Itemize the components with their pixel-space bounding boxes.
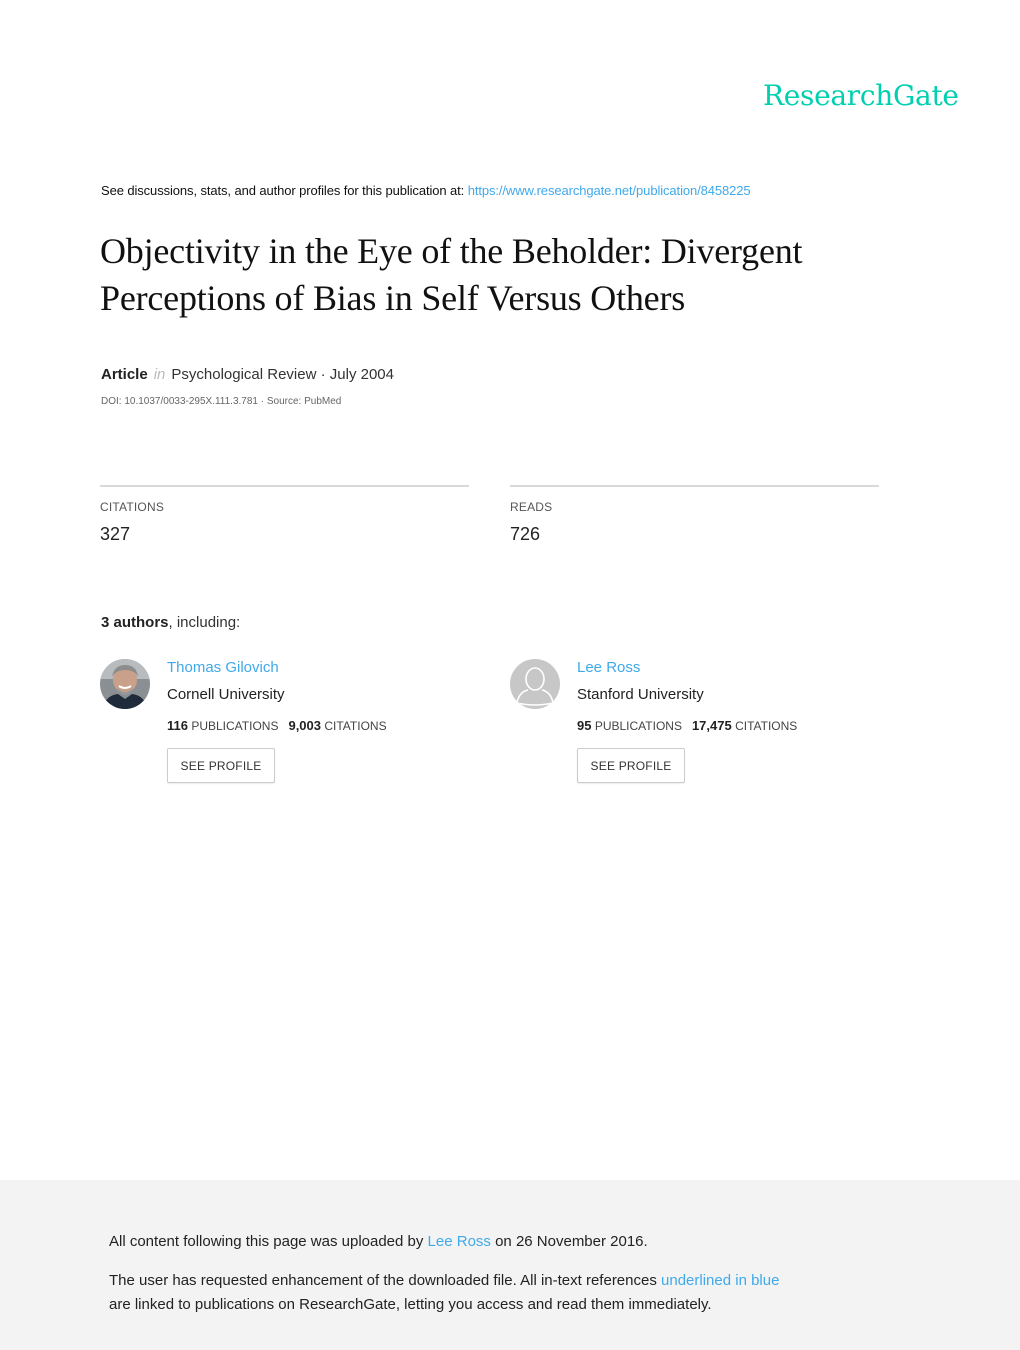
upload-notice-text: All content following this page was uplo… xyxy=(109,1233,424,1250)
citations-label: CITATIONS xyxy=(100,500,165,514)
see-discussions-line: See discussions, stats, and author profi… xyxy=(101,183,751,198)
publication-meta: Article in Psychological Review · July 200… xyxy=(101,366,394,383)
upload-date-text: on 26 November 2016. xyxy=(495,1233,648,1250)
doi-line: DOI: 10.1037/0033-295X.111.3.781 · Sourc… xyxy=(101,396,342,407)
journal-date: Psychological Review · July 2004 xyxy=(171,366,394,383)
citations-stat: CITATIONS 327 xyxy=(100,485,469,544)
citations-count: 17,475 xyxy=(691,718,732,733)
publications-count: 95 xyxy=(577,718,592,733)
reads-label: READS xyxy=(510,500,553,514)
author-name-link[interactable]: Thomas Gilovich xyxy=(167,659,279,676)
enhancement-notice-continued: are linked to publications on ResearchGa… xyxy=(109,1296,712,1313)
in-label: in xyxy=(153,366,166,383)
avatar-photo-icon[interactable] xyxy=(100,659,150,709)
publication-type: Article xyxy=(101,366,148,383)
upload-notice: All content following this page was uplo… xyxy=(109,1233,648,1250)
author-stats: 116 PUBLICATIONS 9,003 CITATIONS xyxy=(167,718,387,733)
publications-label: PUBLICATIONS xyxy=(191,719,279,733)
see-profile-button[interactable]: SEE PROFILE xyxy=(167,748,275,783)
publications-label: PUBLICATIONS xyxy=(594,719,682,733)
author-institution: Cornell University xyxy=(167,686,285,703)
see-profile-button[interactable]: SEE PROFILE xyxy=(577,748,685,783)
authors-count: 3 authors xyxy=(101,614,169,631)
enhancement-notice-text: The user has requested enhancement of th… xyxy=(109,1272,657,1289)
default-user-avatar-icon[interactable] xyxy=(510,659,560,709)
author-stats: 95 PUBLICATIONS 17,475 CITATIONS xyxy=(577,718,797,733)
publications-count: 116 xyxy=(167,718,188,733)
see-discussions-text: See discussions, stats, and author profi… xyxy=(101,183,465,198)
authors-suffix: , including: xyxy=(168,614,241,631)
author-card: Lee Ross Stanford University 95 PUBLICAT… xyxy=(510,658,870,788)
researchgate-logo[interactable]: ResearchGate xyxy=(763,79,959,112)
citations-label: CITATIONS xyxy=(735,719,798,733)
reads-stat: READS 726 xyxy=(510,485,879,544)
underlined-in-blue-link[interactable]: underlined in blue xyxy=(661,1272,779,1289)
citations-value: 327 xyxy=(100,524,131,544)
uploader-link[interactable]: Lee Ross xyxy=(428,1233,491,1250)
author-name-link[interactable]: Lee Ross xyxy=(577,659,640,676)
publication-title: Objectivity in the Eye of the Beholder: … xyxy=(100,231,803,318)
reads-value: 726 xyxy=(510,524,541,544)
authors-header: 3 authors, including: xyxy=(101,614,240,631)
citations-label: CITATIONS xyxy=(324,719,387,733)
enhancement-notice: The user has requested enhancement of th… xyxy=(109,1272,779,1289)
citations-count: 9,003 xyxy=(288,718,322,733)
author-card: Thomas Gilovich Cornell University 116 P… xyxy=(100,658,460,788)
footer-panel: All content following this page was uplo… xyxy=(0,1180,1020,1350)
publication-url-link[interactable]: https://www.researchgate.net/publication… xyxy=(468,183,751,198)
author-institution: Stanford University xyxy=(577,686,704,703)
